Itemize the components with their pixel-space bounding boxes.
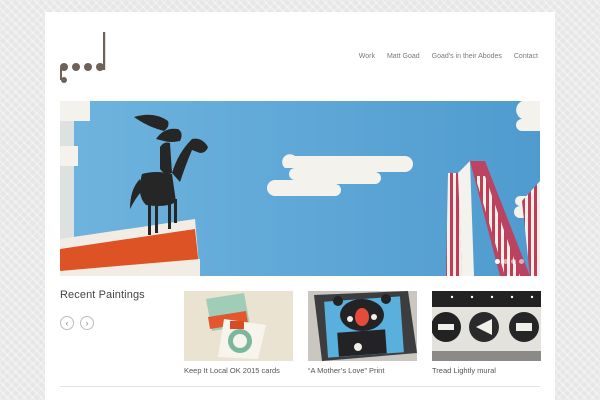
section-divider bbox=[60, 386, 540, 387]
nav-contact[interactable]: Contact bbox=[514, 53, 538, 60]
recent-painting-caption[interactable]: “A Mother’s Love” Print bbox=[308, 366, 417, 375]
page-container: Work Matt Goad Goad's in their Abodes Co… bbox=[45, 12, 555, 400]
recent-painting-caption[interactable]: Tread Lightly mural bbox=[432, 366, 541, 375]
goad-logo-mark bbox=[60, 32, 106, 83]
recent-painting-caption[interactable]: Keep It Local OK 2015 cards bbox=[184, 366, 293, 375]
recent-painting-item[interactable]: Tread Lightly mural bbox=[432, 291, 541, 375]
nav-matt-goad[interactable]: Matt Goad bbox=[387, 53, 420, 60]
carousel-arrows: ‹ › bbox=[60, 316, 94, 330]
recent-paintings-heading: Recent Paintings bbox=[60, 289, 145, 301]
carousel-next-button[interactable]: › bbox=[80, 316, 94, 330]
slider-dot-3[interactable] bbox=[511, 259, 516, 264]
recent-painting-item[interactable]: Keep It Local OK 2015 cards bbox=[184, 291, 293, 375]
main-nav: Work Matt Goad Goad's in their Abodes Co… bbox=[347, 53, 538, 60]
thumbnail-mothers-love-print[interactable] bbox=[308, 291, 417, 361]
slider-dot-4[interactable] bbox=[519, 259, 524, 264]
slider-dot-1[interactable] bbox=[495, 259, 500, 264]
site-logo[interactable] bbox=[59, 30, 111, 86]
hero-slider[interactable] bbox=[60, 101, 540, 276]
carousel-prev-button[interactable]: ‹ bbox=[60, 316, 74, 330]
thumbnail-tread-lightly-mural[interactable] bbox=[432, 291, 541, 361]
recent-painting-item[interactable]: “A Mother’s Love” Print bbox=[308, 291, 417, 375]
slider-pagination bbox=[495, 259, 524, 264]
slider-dot-2[interactable] bbox=[503, 259, 508, 264]
nav-goads-in-their-abodes[interactable]: Goad's in their Abodes bbox=[432, 53, 502, 60]
thumbnail-keep-it-local-cards[interactable] bbox=[184, 291, 293, 361]
hero-slide-image bbox=[60, 101, 540, 276]
recent-paintings-list: Keep It Local OK 2015 cards “A Mother’s … bbox=[184, 291, 541, 375]
nav-work[interactable]: Work bbox=[359, 53, 375, 60]
chevron-right-icon: › bbox=[85, 317, 89, 328]
chevron-left-icon: ‹ bbox=[65, 317, 69, 328]
